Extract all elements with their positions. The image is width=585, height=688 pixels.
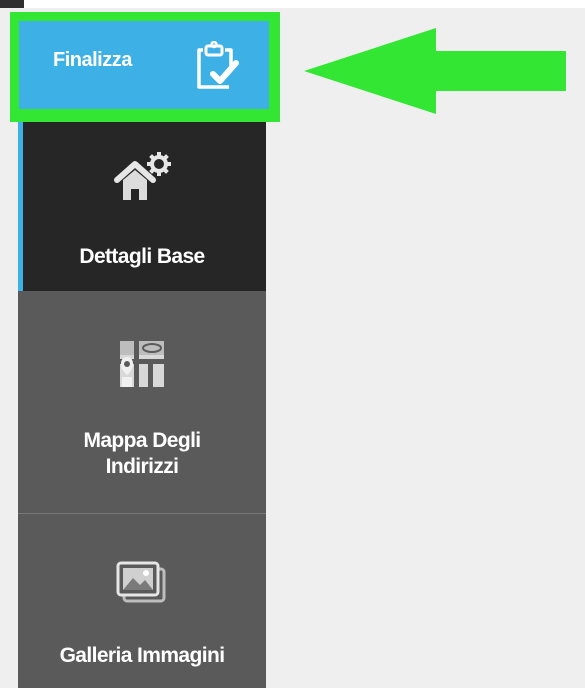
sidebar-item-label-line1: Mappa Degli xyxy=(83,429,201,452)
sidebar-item-label: Dettagli Base xyxy=(79,245,205,268)
finalize-button[interactable]: Finalizza xyxy=(19,21,269,109)
house-gear-icon xyxy=(114,152,171,200)
map-pin-icon xyxy=(120,341,164,387)
image-gallery-icon xyxy=(116,561,166,603)
clipboard-check-icon xyxy=(197,41,239,89)
top-strip xyxy=(0,0,585,8)
sidebar-item-mappa-degli-indirizzi[interactable]: Mappa Degli Indirizzi xyxy=(18,291,266,513)
sidebar-item-label: Galleria Immagini xyxy=(59,644,225,667)
sidebar-item-dettagli-base[interactable]: Dettagli Base xyxy=(18,122,266,291)
sidebar: Dettagli Base Mappa Degli Indirizzi Gall… xyxy=(18,122,266,688)
sidebar-item-label-line2: Indirizzi xyxy=(105,455,179,478)
finalize-label: Finalizza xyxy=(53,49,132,71)
top-strip-dark-edge xyxy=(0,0,24,8)
annotation-arrow xyxy=(304,28,566,114)
sidebar-item-galleria-immagini[interactable]: Galleria Immagini xyxy=(18,514,266,688)
